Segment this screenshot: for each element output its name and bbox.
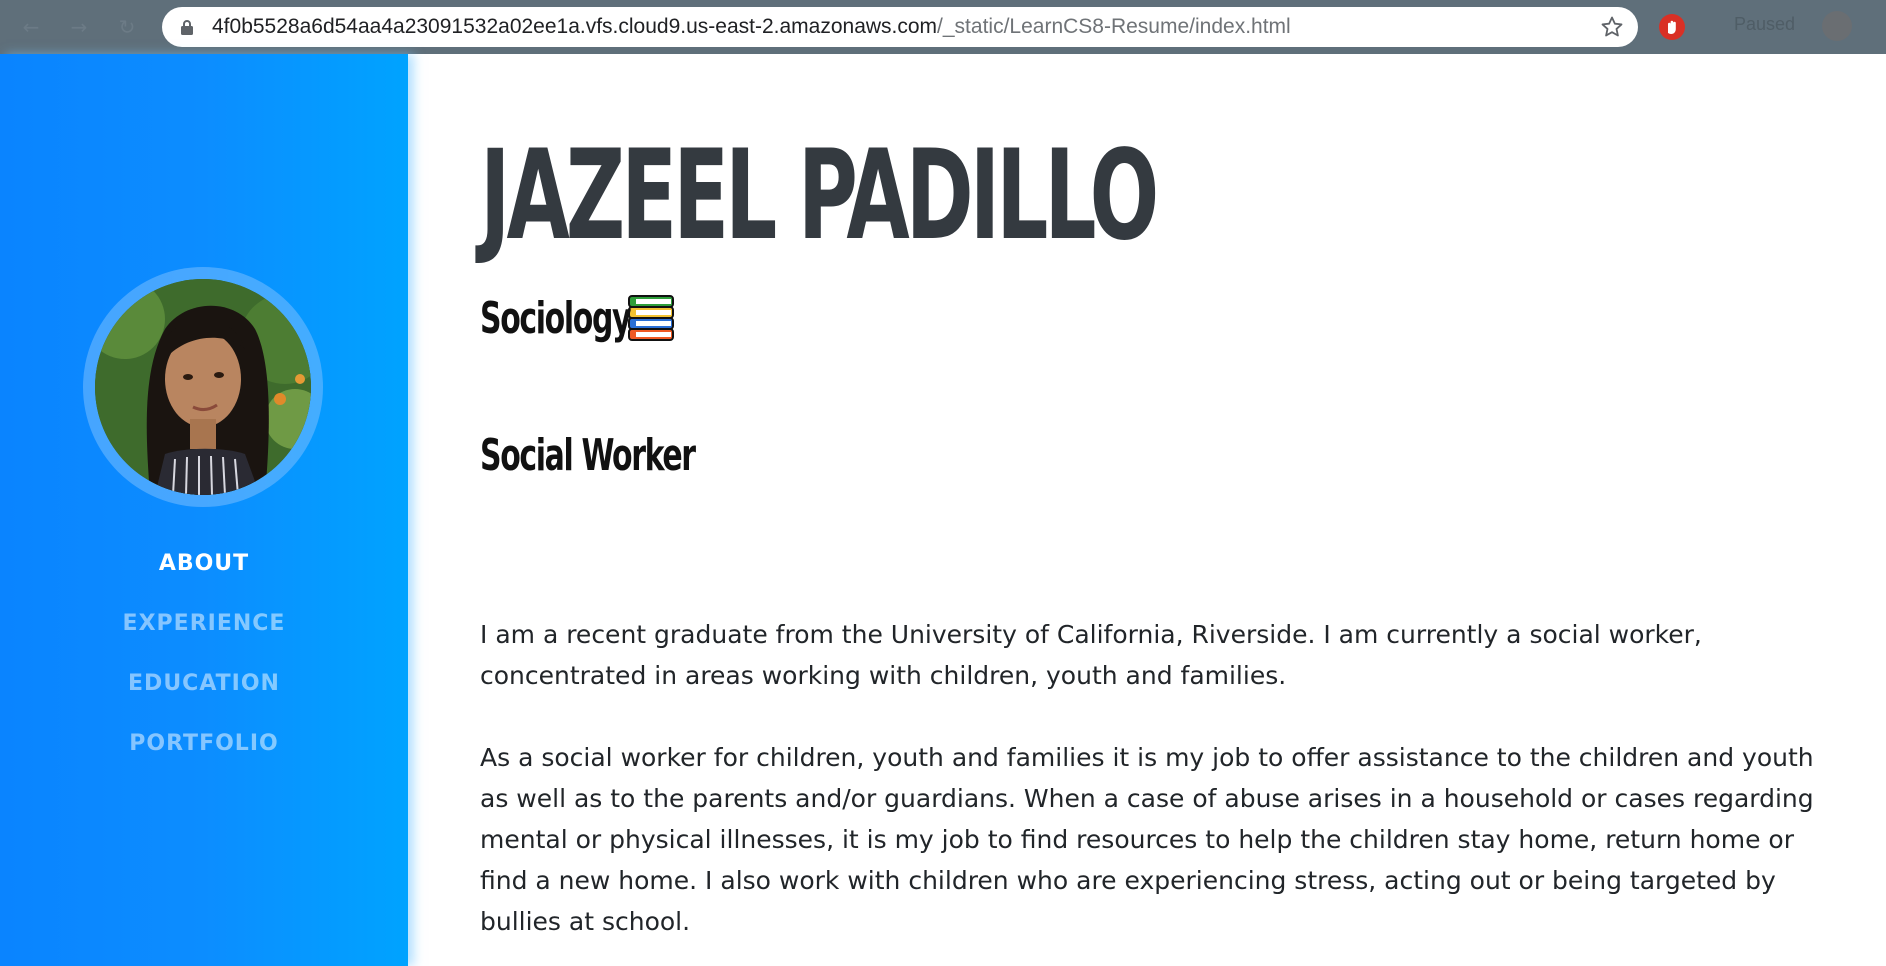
nav-item-portfolio[interactable]: PORTFOLIO — [0, 714, 408, 774]
nav-item-education[interactable]: EDUCATION — [0, 654, 408, 714]
nav-item-about[interactable]: ABOUT — [0, 534, 408, 594]
url-path: /_static/LearnCS8-Resume/index.html — [937, 15, 1291, 38]
url-text[interactable]: 4f0b5528a6d54aa4a23091532a02ee1a.vfs.clo… — [212, 7, 1291, 47]
reload-icon[interactable]: ↻ — [114, 14, 140, 40]
page-title: JAZEEL PADILLO — [480, 124, 1159, 268]
profile-avatar[interactable] — [1822, 11, 1852, 41]
sidebar-nav: ABOUT EXPERIENCE EDUCATION PORTFOLIO — [0, 534, 408, 774]
forward-icon[interactable]: → — [66, 14, 92, 40]
address-bar[interactable]: 4f0b5528a6d54aa4a23091532a02ee1a.vfs.clo… — [162, 7, 1638, 47]
about-paragraph: As a social worker for children, youth a… — [480, 743, 1814, 936]
url-host: 4f0b5528a6d54aa4a23091532a02ee1a.vfs.clo… — [212, 15, 938, 38]
books-icon — [628, 295, 674, 341]
avatar — [95, 279, 311, 495]
extension-icon[interactable] — [1658, 13, 1686, 41]
lock-icon — [181, 20, 193, 35]
avatar-photo-image — [95, 279, 311, 495]
avatar-ring — [83, 267, 323, 507]
subheading-text: Sociology — [480, 292, 632, 344]
back-icon[interactable]: ← — [18, 14, 44, 40]
browser-toolbar: ← → ↻ 4f0b5528a6d54aa4a23091532a02ee1a.v… — [0, 0, 1886, 54]
about-paragraph: I am a recent graduate from the Universi… — [480, 620, 1702, 690]
star-icon[interactable] — [1600, 15, 1624, 39]
subheading: Sociology — [480, 288, 676, 348]
sidebar: ABOUT EXPERIENCE EDUCATION PORTFOLIO — [0, 54, 408, 966]
job-title: Social Worker — [480, 430, 696, 481]
profile-status[interactable]: Paused — [1734, 14, 1795, 35]
nav-item-experience[interactable]: EXPERIENCE — [0, 594, 408, 654]
